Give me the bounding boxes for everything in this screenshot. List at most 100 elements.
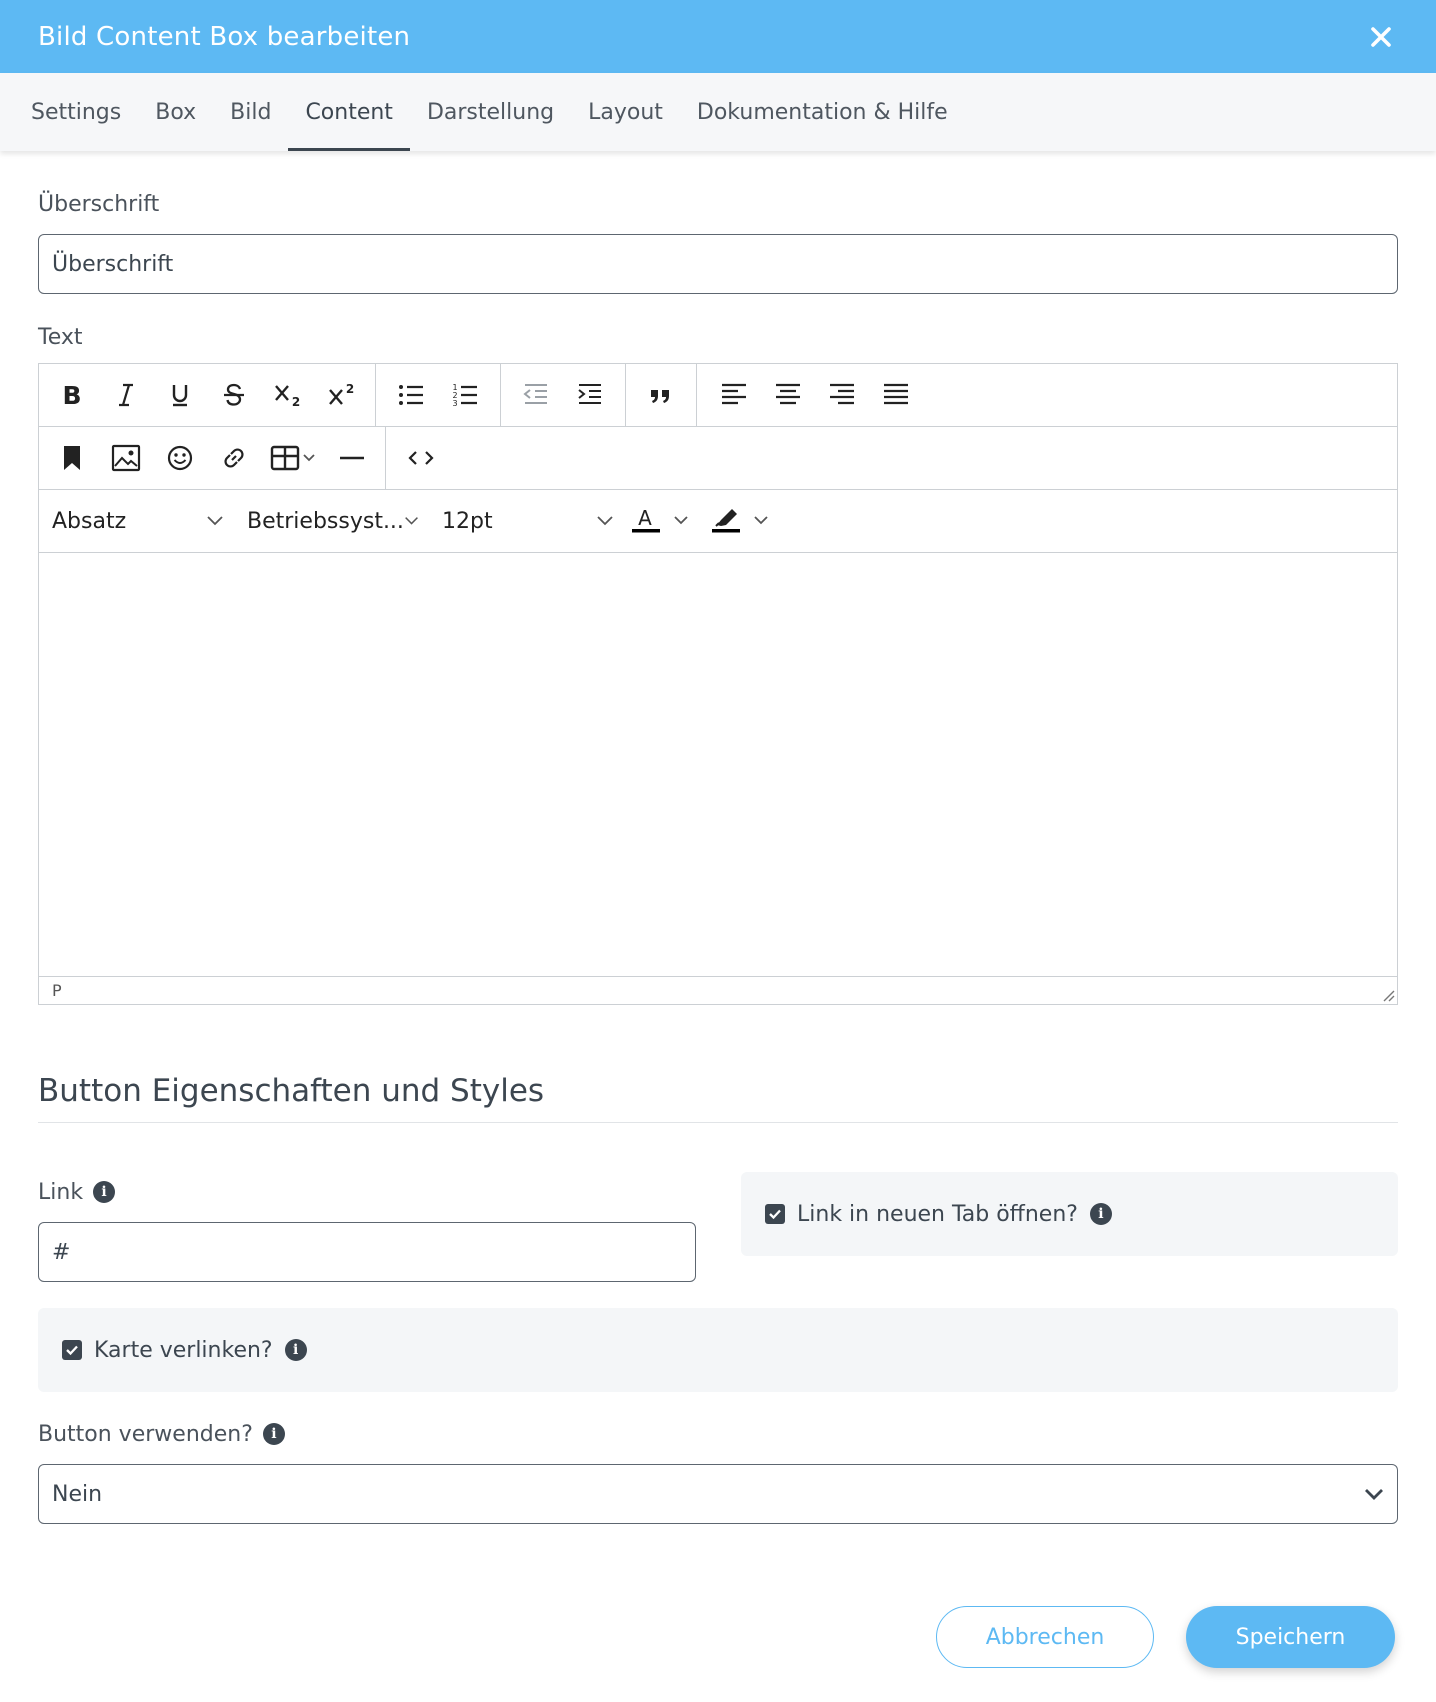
editor-toolbar-row-3: Absatz Betriebssyst... 12pt A	[39, 490, 1397, 553]
close-icon	[1371, 26, 1391, 47]
outdent-button[interactable]	[509, 372, 563, 418]
rich-text-editor: B 2 2 1 2 3 Absatz Betriebssyst... 12pt …	[38, 363, 1398, 1005]
align-right-button[interactable]	[815, 372, 869, 418]
tab-bar: Settings Box Bild Content Darstellung La…	[0, 73, 1436, 151]
image-icon	[111, 444, 141, 472]
new-tab-checkbox[interactable]	[765, 1204, 785, 1224]
blockquote-button[interactable]	[634, 372, 688, 418]
superscript-button[interactable]: 2	[315, 372, 369, 418]
italic-button[interactable]	[99, 372, 153, 418]
dialog-title: Bild Content Box bearbeiten	[38, 21, 411, 52]
svg-text:2: 2	[346, 382, 354, 396]
tab-box[interactable]: Box	[138, 73, 213, 151]
dialog-header: Bild Content Box bearbeiten	[0, 0, 1436, 73]
cancel-button[interactable]: Abbrechen	[936, 1606, 1154, 1668]
link-input[interactable]: #	[38, 1222, 696, 1282]
heading-input[interactable]: Überschrift	[38, 234, 1398, 294]
info-icon[interactable]: i	[262, 1423, 285, 1445]
indent-icon	[578, 384, 601, 404]
link-label-text: Link	[38, 1179, 84, 1205]
tab-layout[interactable]: Layout	[571, 73, 680, 151]
strikethrough-icon	[224, 383, 244, 406]
cancel-button-label: Abbrechen	[985, 1624, 1105, 1650]
italic-icon	[119, 383, 133, 407]
new-tab-panel: Link in neuen Tab öffnen? i	[741, 1172, 1398, 1256]
align-justify-button[interactable]	[869, 372, 923, 418]
align-center-button[interactable]	[761, 372, 815, 418]
editor-content-area[interactable]	[39, 553, 1397, 977]
tab-dokumentation-hilfe[interactable]: Dokumentation & Hilfe	[680, 73, 965, 151]
indent-button[interactable]	[563, 372, 617, 418]
info-icon[interactable]: i	[284, 1339, 307, 1361]
text-color-button[interactable]: A	[624, 498, 704, 544]
highlighter-icon	[712, 509, 768, 533]
strikethrough-button[interactable]	[207, 372, 261, 418]
subscript-icon: 2	[275, 385, 300, 408]
link-input-value: #	[52, 1239, 71, 1265]
bullet-list-icon	[399, 385, 423, 405]
resize-handle-icon[interactable]	[1381, 988, 1395, 1002]
text-label-text: Text	[38, 324, 83, 350]
bullet-list-button[interactable]	[384, 372, 438, 418]
link-card-checkbox-row: Karte verlinken? i	[62, 1338, 307, 1363]
subscript-button[interactable]: 2	[261, 372, 315, 418]
svg-text:2: 2	[292, 395, 300, 408]
element-path[interactable]: P	[52, 981, 62, 1000]
tab-darstellung[interactable]: Darstellung	[410, 73, 571, 151]
tab-settings[interactable]: Settings	[14, 73, 138, 151]
chevron-down-icon	[597, 516, 613, 526]
bold-button[interactable]: B	[45, 372, 99, 418]
insert-image-button[interactable]	[99, 435, 153, 481]
align-justify-icon	[884, 383, 908, 405]
use-button-value: Nein	[52, 1481, 103, 1507]
link-card-label: Karte verlinken?	[94, 1337, 273, 1363]
chevron-down-icon	[405, 517, 418, 525]
checkmark-icon	[66, 1345, 78, 1356]
toolbar-group-format: B 2 2	[39, 364, 376, 426]
use-button-select[interactable]: Nein	[38, 1464, 1398, 1524]
tab-content[interactable]: Content	[288, 73, 410, 151]
new-tab-checkbox-row: Link in neuen Tab öffnen? i	[765, 1202, 1112, 1227]
close-button[interactable]	[1364, 20, 1398, 54]
info-icon[interactable]: i	[93, 1181, 116, 1203]
editor-toolbar-row-2	[39, 427, 1397, 490]
bookmark-icon	[64, 446, 80, 470]
align-right-icon	[830, 383, 854, 405]
toolbar-group-insert	[39, 427, 386, 489]
link-card-panel: Karte verlinken? i	[38, 1308, 1398, 1392]
svg-text:B: B	[62, 382, 81, 408]
bold-icon: B	[62, 382, 81, 408]
button-section: Button Eigenschaften und Styles	[38, 1073, 1398, 1123]
font-family-select[interactable]: Betriebssyst...	[234, 490, 429, 552]
horizontal-rule-button[interactable]	[325, 435, 379, 481]
use-button-label-text: Button verwenden?	[38, 1421, 253, 1447]
emoji-button[interactable]	[153, 435, 207, 481]
save-button-label: Speichern	[1235, 1624, 1346, 1650]
link-field-group: Link i #	[38, 1179, 696, 1282]
chevron-down-icon	[207, 516, 223, 526]
font-size-select[interactable]: 12pt	[429, 490, 624, 552]
align-center-icon	[776, 383, 800, 405]
bookmark-button[interactable]	[45, 435, 99, 481]
insert-link-button[interactable]	[207, 435, 261, 481]
link-card-checkbox[interactable]	[62, 1340, 82, 1360]
insert-table-button[interactable]	[261, 435, 325, 481]
text-label: Text	[38, 324, 1398, 350]
highlight-color-button[interactable]	[704, 498, 784, 544]
save-button[interactable]: Speichern	[1186, 1606, 1395, 1668]
heading-label-text: Überschrift	[38, 191, 160, 217]
heading-input-value: Überschrift	[52, 251, 174, 277]
superscript-icon: 2	[329, 382, 354, 405]
tab-bild[interactable]: Bild	[213, 73, 288, 151]
align-left-button[interactable]	[707, 372, 761, 418]
new-tab-label: Link in neuen Tab öffnen?	[797, 1201, 1078, 1227]
numbered-list-button[interactable]: 123	[438, 372, 492, 418]
underline-button[interactable]	[153, 372, 207, 418]
info-icon[interactable]: i	[1089, 1203, 1112, 1225]
editor-statusbar: P	[39, 977, 1397, 1004]
code-icon	[408, 451, 434, 465]
font-size-value: 12pt	[442, 508, 493, 534]
underline-icon	[172, 385, 188, 407]
block-format-select[interactable]: Absatz	[39, 490, 234, 552]
source-code-button[interactable]	[394, 435, 448, 481]
